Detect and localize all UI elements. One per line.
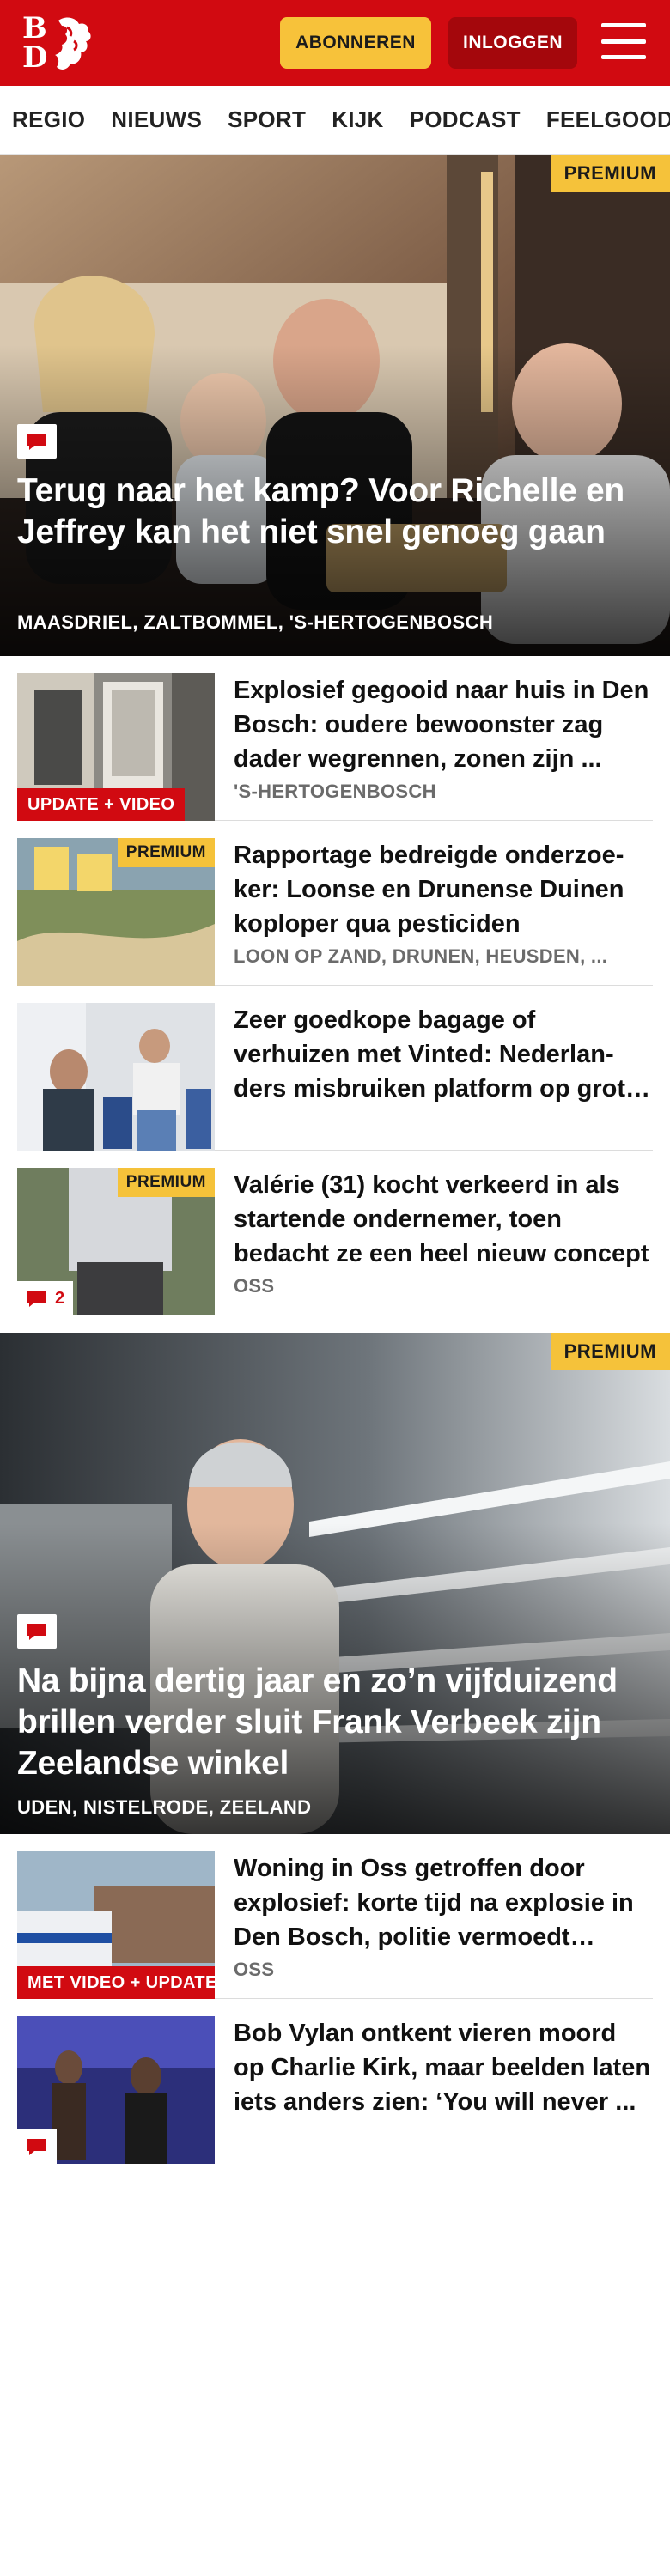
article-location: OSS	[234, 1275, 275, 1297]
menu-icon[interactable]	[601, 21, 646, 62]
nav-item-regio[interactable]: REGIO	[12, 106, 85, 133]
comment-icon	[17, 1614, 57, 1649]
article-thumbnail: MET VIDEO + UPDATE	[17, 1851, 215, 1999]
article-title[interactable]: Explosief gegooid naar huis in Den Bosch…	[234, 673, 653, 775]
premium-badge: PREMIUM	[117, 1168, 215, 1197]
article-thumbnail	[17, 1003, 215, 1151]
article-title[interactable]: Woning in Oss getroffen door explosief: …	[234, 1851, 653, 1953]
article-thumbnail: PREMIUM 2	[17, 1168, 215, 1315]
comment-count-value: 2	[55, 1288, 65, 1308]
site-logo[interactable]: B D	[22, 12, 96, 74]
premium-badge: PREMIUM	[550, 1333, 670, 1370]
article-location: OSS	[234, 1959, 275, 1981]
update-video-label: UPDATE + VIDEO	[17, 788, 186, 821]
article-title[interactable]: Rapportage bedreigde onderzoe­ker: Loons…	[234, 838, 653, 940]
article-list-1: UPDATE + VIDEO Explosief gegooid naar hu…	[0, 656, 670, 1315]
article-title[interactable]: Zeer goedkope bagage of verhuizen met Vi…	[234, 1003, 653, 1106]
hero-locations: UDEN, NISTELRODE, ZEELAND	[17, 1796, 312, 1818]
nav-item-sport[interactable]: SPORT	[228, 106, 306, 133]
list-item[interactable]: UPDATE + VIDEO Explosief gegooid naar hu…	[17, 656, 653, 821]
comment-icon	[17, 424, 57, 459]
section-nav: REGIO NIEUWS SPORT KIJK PODCAST FEELGOOD…	[0, 86, 670, 155]
premium-badge: PREMIUM	[117, 838, 215, 867]
hero-article-1[interactable]: PREMIUM Terug naar het kamp? Voor Richel…	[0, 155, 670, 656]
login-button[interactable]: INLOGGEN	[448, 17, 577, 69]
article-thumbnail	[17, 2016, 215, 2164]
comment-badge	[17, 2129, 57, 2164]
list-item[interactable]: Bob Vylan ontkent vieren moord op Charli…	[17, 1999, 653, 2164]
site-header: B D ABONNEREN INLOGGEN	[0, 0, 670, 86]
article-thumbnail: PREMIUM	[17, 838, 215, 986]
hero-title[interactable]: Terug naar het kamp? Voor Richelle en Je…	[17, 471, 653, 553]
article-location: LOON OP ZAND, DRUNEN, HEUSDEN, ...	[234, 945, 608, 968]
video-update-label: MET VIDEO + UPDATE	[17, 1966, 215, 1999]
nav-item-nieuws[interactable]: NIEUWS	[111, 106, 202, 133]
article-location: 'S-HERTOGENBOSCH	[234, 781, 436, 803]
subscribe-button[interactable]: ABONNEREN	[280, 17, 431, 69]
hero-locations: MAASDRIEL, ZALTBOMMEL, 'S-HERTOGENBOSCH	[17, 611, 494, 633]
comment-icon	[27, 1291, 46, 1307]
list-item[interactable]: Zeer goedkope bagage of verhuizen met Vi…	[17, 986, 653, 1151]
article-list-2: MET VIDEO + UPDATE Woning in Oss getroff…	[0, 1834, 670, 2164]
list-item[interactable]: PREMIUM Rapportage bedreigde onderzoe­ke…	[17, 821, 653, 986]
comment-count: 2	[17, 1281, 74, 1315]
photo-travellers-luggage	[17, 1003, 215, 1151]
nav-item-kijk[interactable]: KIJK	[332, 106, 383, 133]
hero-article-2[interactable]: PREMIUM Na bijna dertig jaar en zo’n vij…	[0, 1333, 670, 1834]
nav-item-podcast[interactable]: PODCAST	[410, 106, 521, 133]
hero-title[interactable]: Na bijna dertig jaar en zo’n vijfduizend…	[17, 1661, 653, 1784]
nav-item-feelgood[interactable]: FEELGOOD	[546, 106, 670, 133]
article-title[interactable]: Bob Vylan ontkent vieren moord op Charli…	[234, 2016, 653, 2119]
premium-badge: PREMIUM	[550, 155, 670, 192]
comment-icon	[27, 2139, 46, 2155]
dragon-icon	[55, 17, 91, 70]
article-thumbnail: UPDATE + VIDEO	[17, 673, 215, 821]
list-item[interactable]: PREMIUM 2 Valérie (31) kocht verkeerd in…	[17, 1151, 653, 1315]
article-title[interactable]: Valérie (31) kocht verkeerd in als start…	[234, 1168, 653, 1270]
list-item[interactable]: MET VIDEO + UPDATE Woning in Oss getroff…	[17, 1834, 653, 1999]
